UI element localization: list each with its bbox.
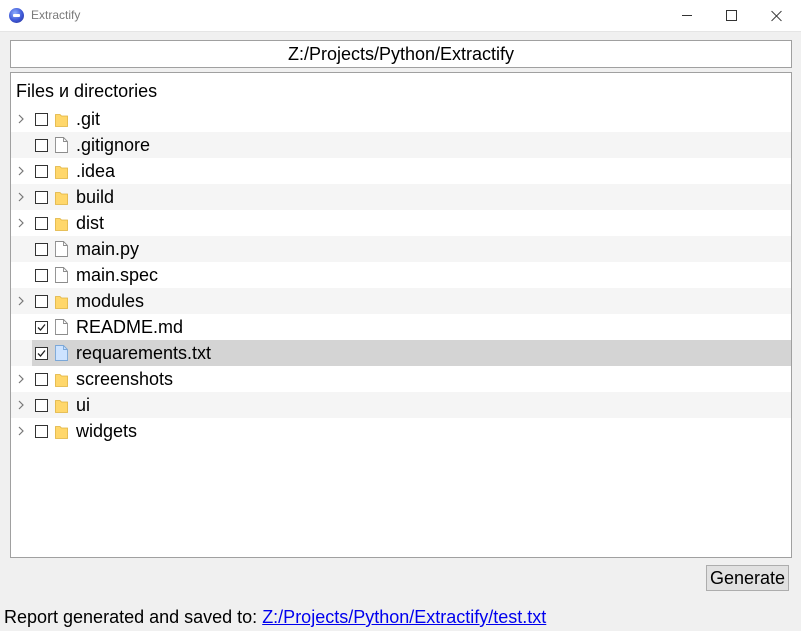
file-tree[interactable]: Files и directories .git .gitignore .idea b… — [10, 72, 792, 558]
item-checkbox[interactable] — [35, 113, 48, 126]
folder-icon — [55, 163, 68, 179]
file-icon — [55, 137, 68, 153]
directory-path-field[interactable]: Z:/Projects/Python/Extractify — [10, 40, 792, 68]
app-icon — [9, 8, 24, 23]
tree-row[interactable]: ui — [11, 392, 791, 418]
tree-row[interactable]: README.md — [11, 314, 791, 340]
tree-row[interactable]: .gitignore — [11, 132, 791, 158]
minimize-button[interactable] — [664, 0, 709, 31]
chevron-right-icon[interactable] — [17, 373, 27, 385]
item-name: dist — [76, 213, 105, 233]
item-checkbox[interactable] — [35, 347, 48, 360]
tree-row[interactable]: widgets — [11, 418, 791, 444]
window-title: Extractify — [31, 8, 81, 22]
item-name: widgets — [76, 421, 138, 441]
tree-row[interactable]: main.py — [11, 236, 791, 262]
tree-rows: .git .gitignore .idea build dist main.py main.… — [11, 106, 791, 444]
title-bar: Extractify — [0, 0, 801, 32]
chevron-right-icon[interactable] — [17, 399, 27, 411]
item-checkbox[interactable] — [35, 295, 48, 308]
item-checkbox[interactable] — [35, 269, 48, 282]
item-checkbox[interactable] — [35, 373, 48, 386]
status-bar: Report generated and saved to: Z:/Projec… — [4, 607, 546, 628]
file-icon — [55, 345, 68, 361]
folder-icon — [55, 397, 68, 413]
chevron-right-icon[interactable] — [17, 217, 27, 229]
report-link[interactable]: Z:/Projects/Python/Extractify/test.txt — [262, 607, 546, 627]
tree-row[interactable]: dist — [11, 210, 791, 236]
file-icon — [55, 267, 68, 283]
minimize-icon — [681, 15, 692, 16]
item-name: modules — [76, 291, 145, 311]
item-name: .gitignore — [76, 135, 151, 155]
item-name: ui — [76, 395, 91, 415]
file-icon — [55, 319, 68, 335]
close-icon — [771, 10, 783, 22]
item-checkbox[interactable] — [35, 243, 48, 256]
item-name: main.py — [76, 239, 140, 259]
item-checkbox[interactable] — [35, 139, 48, 152]
folder-icon — [55, 215, 68, 231]
item-checkbox[interactable] — [35, 425, 48, 438]
folder-icon — [55, 423, 68, 439]
item-checkbox[interactable] — [35, 321, 48, 334]
folder-icon — [55, 189, 68, 205]
tree-row[interactable]: modules — [11, 288, 791, 314]
folder-icon — [55, 371, 68, 387]
folder-icon — [55, 111, 68, 127]
close-button[interactable] — [754, 0, 799, 31]
tree-row[interactable]: requarements.txt — [11, 340, 791, 366]
tree-row[interactable]: .git — [11, 106, 791, 132]
generate-button[interactable]: Generate — [706, 565, 789, 591]
tree-row[interactable]: main.spec — [11, 262, 791, 288]
item-name: .git — [76, 109, 101, 129]
item-name: main.spec — [76, 265, 159, 285]
item-name: .idea — [76, 161, 116, 181]
tree-row[interactable]: build — [11, 184, 791, 210]
maximize-button[interactable] — [709, 0, 754, 31]
status-text: Report generated and saved to: — [4, 607, 263, 627]
chevron-right-icon[interactable] — [17, 295, 27, 307]
item-name: requarements.txt — [76, 343, 212, 363]
chevron-right-icon[interactable] — [17, 113, 27, 125]
file-icon — [55, 241, 68, 257]
item-checkbox[interactable] — [35, 217, 48, 230]
item-name: build — [76, 187, 115, 207]
chevron-right-icon[interactable] — [17, 191, 27, 203]
tree-row[interactable]: screenshots — [11, 366, 791, 392]
item-name: README.md — [76, 317, 184, 337]
tree-header: Files и directories — [16, 81, 158, 101]
maximize-icon — [726, 10, 737, 21]
item-checkbox[interactable] — [35, 191, 48, 204]
item-checkbox[interactable] — [35, 165, 48, 178]
folder-icon — [55, 293, 68, 309]
chevron-right-icon[interactable] — [17, 425, 27, 437]
tree-row[interactable]: .idea — [11, 158, 791, 184]
chevron-right-icon[interactable] — [17, 165, 27, 177]
item-checkbox[interactable] — [35, 399, 48, 412]
item-name: screenshots — [76, 369, 174, 389]
